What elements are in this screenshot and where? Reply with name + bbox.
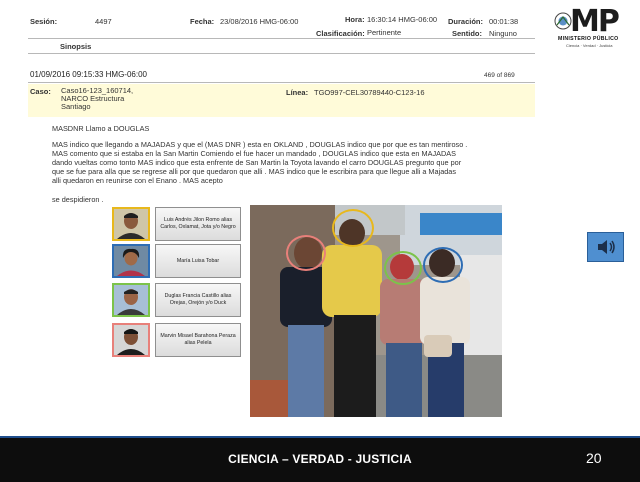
- duracion-value: 00:01:38: [489, 17, 519, 26]
- sesion-label: Sesión:: [30, 17, 58, 26]
- record-datetime: 01/09/2016 09:15:33 HMG-06:00: [30, 70, 147, 79]
- audio-button[interactable]: [587, 232, 624, 262]
- fecha-value: 23/08/2016 HMG-06:00: [220, 17, 299, 26]
- highlight-circle-yellow: [332, 209, 374, 247]
- suspect-photo: [112, 283, 150, 317]
- header-divider: [28, 38, 535, 39]
- linea-value: TGO997-CEL30789440-C123-16: [314, 88, 425, 97]
- transcript-paragraph: MAS indico que llegando a MAJADAS y que …: [52, 140, 532, 185]
- suspect-name: María Luisa Tobar: [155, 244, 241, 278]
- transcript-paragraph-line: que se fue para alla que se regrese alli…: [52, 167, 457, 176]
- transcript-paragraph-line: alli quedaron en reunirse con el Enano .…: [52, 176, 223, 185]
- highlight-circle-pink: [286, 235, 326, 271]
- linea-label: Línea:: [286, 88, 309, 97]
- caso-label: Caso:: [30, 87, 51, 96]
- transcript-line-1: MASDNR Llamo a DOUGLAS: [52, 124, 150, 133]
- person-photo-icon: [114, 285, 148, 315]
- sentido-value: Ninguno: [489, 29, 517, 38]
- sinopsis-label: Sinopsis: [60, 42, 92, 51]
- highlight-circle-blue: [423, 247, 463, 283]
- footer-bar: CIENCIA – VERDAD - JUSTICIA 20: [0, 436, 640, 482]
- hora-label: Hora:: [345, 15, 365, 24]
- record-divider: [28, 82, 535, 83]
- sesion-value: 4497: [95, 17, 112, 26]
- person-photo-icon: [114, 246, 148, 276]
- mp-logo: MP MINISTERIO PÚBLICO Ciencia · Verdad ·…: [552, 4, 632, 50]
- speaker-icon: [597, 240, 615, 254]
- transcript-paragraph-line: dando vueltas como tonto MAS indico que …: [52, 158, 462, 167]
- suspect-photo: [112, 323, 150, 357]
- suspect-name: Luis Andrés Jilon Romo alias Carlos, Oxl…: [155, 207, 241, 241]
- transcript-paragraph-line: MAS comento que si estaba en la San Mart…: [52, 149, 456, 158]
- sentido-label: Sentido:: [452, 29, 482, 38]
- sinopsis-divider: [28, 53, 535, 54]
- suspect-photo: [112, 244, 150, 278]
- suspect-name: Duglas Francia Castillo alias Orejas, Or…: [155, 283, 241, 317]
- transcript-closing: se despidieron .: [52, 195, 104, 204]
- transcript-paragraph-line: MAS indico que llegando a MAJADAS y que …: [52, 140, 468, 149]
- slide-number: 20: [586, 450, 602, 466]
- duracion-label: Duración:: [448, 17, 484, 26]
- clasificacion-label: Clasificación:: [316, 29, 365, 38]
- surveillance-photo: [250, 205, 502, 417]
- suspect-name: Marvin Misael Barahona Peraza alias Pele…: [155, 323, 241, 357]
- hora-value: 16:30:14 HMG-06:00: [367, 15, 438, 24]
- highlight-circle-green: [384, 251, 422, 285]
- logo-subtitle: MINISTERIO PÚBLICO: [558, 36, 619, 42]
- caso-box: Caso: Caso16-123_160714, NARCO Estructur…: [28, 84, 535, 117]
- suspect-photo: [112, 207, 150, 241]
- person-photo-icon: [114, 325, 148, 355]
- footer-motto: CIENCIA – VERDAD - JUSTICIA: [228, 452, 412, 466]
- clasificacion-value: Pertinente: [367, 28, 402, 37]
- logo-motto: Ciencia · Verdad · Justicia: [566, 43, 613, 48]
- record-page-count: 469 of 869: [484, 72, 515, 79]
- person-photo-icon: [114, 209, 148, 239]
- logo-title: MP: [570, 4, 620, 39]
- fecha-label: Fecha:: [190, 17, 215, 26]
- surveillance-scene-image: [250, 205, 502, 417]
- caso-line-3: Santiago: [61, 102, 91, 111]
